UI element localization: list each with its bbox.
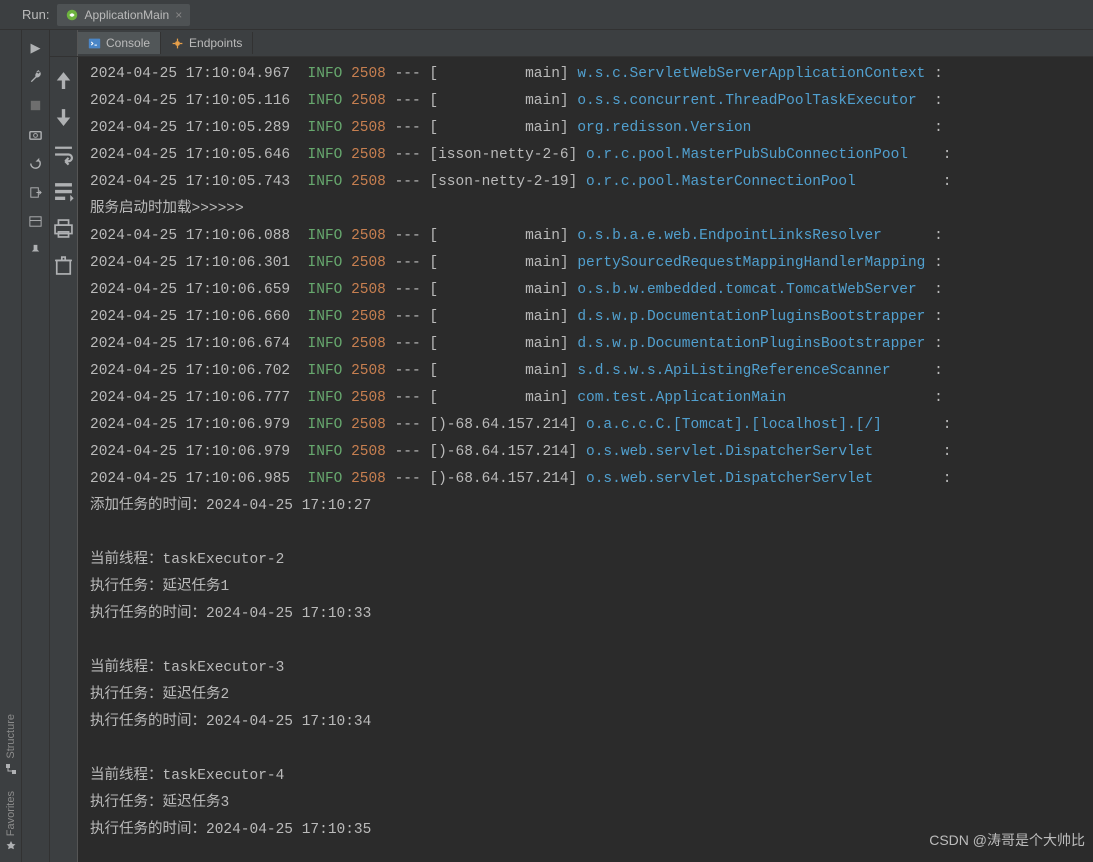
print-icon[interactable] <box>50 215 77 242</box>
inner-toolbar-stub <box>50 30 78 56</box>
watermark: CSDN @涛哥是个大帅比 <box>929 830 1085 850</box>
pin-icon[interactable] <box>28 243 43 258</box>
camera-icon[interactable] <box>28 127 43 142</box>
left-rail-bottom: Structure Favorites <box>0 704 22 852</box>
run-label: Run: <box>22 7 49 22</box>
down-arrow-icon[interactable] <box>50 104 77 131</box>
run-config-tab[interactable]: ApplicationMain × <box>57 4 190 26</box>
spring-icon <box>65 8 79 22</box>
tab-endpoints-label: Endpoints <box>189 36 242 50</box>
refresh-icon[interactable] <box>28 156 43 171</box>
run-icon[interactable]: ▶ <box>28 40 43 55</box>
close-icon[interactable]: × <box>175 8 182 22</box>
tab-console-label: Console <box>106 36 150 50</box>
stop-icon[interactable] <box>28 98 43 113</box>
soft-wrap-icon[interactable] <box>50 141 77 168</box>
wrench-icon[interactable] <box>28 69 43 84</box>
run-header: Run: ApplicationMain × <box>0 0 1093 30</box>
favorites-tool[interactable]: Favorites <box>5 781 17 852</box>
sub-tabs: Console Endpoints <box>50 30 1093 57</box>
up-arrow-icon[interactable] <box>50 67 77 94</box>
exit-icon[interactable] <box>28 185 43 200</box>
console-output[interactable]: 2024-04-25 17:10:04.967 INFO 2508 --- [ … <box>78 57 1093 862</box>
run-toolbar-outer: ▶ <box>22 30 50 862</box>
endpoints-icon <box>171 37 184 50</box>
main-area: ▶ Console Endpoints <box>0 30 1093 862</box>
console-icon <box>88 37 101 50</box>
scroll-to-end-icon[interactable] <box>50 178 77 205</box>
tab-console[interactable]: Console <box>78 32 161 54</box>
layout-icon[interactable] <box>28 214 43 229</box>
content-column: Console Endpoints 2024-04-25 17:10:04.96… <box>50 30 1093 862</box>
star-icon <box>5 840 17 852</box>
tab-label: ApplicationMain <box>84 8 169 22</box>
console-toolbar <box>50 57 78 862</box>
structure-tool[interactable]: Structure <box>5 704 17 775</box>
clear-icon[interactable] <box>50 252 77 279</box>
tab-endpoints[interactable]: Endpoints <box>161 32 253 54</box>
structure-icon <box>5 763 17 775</box>
